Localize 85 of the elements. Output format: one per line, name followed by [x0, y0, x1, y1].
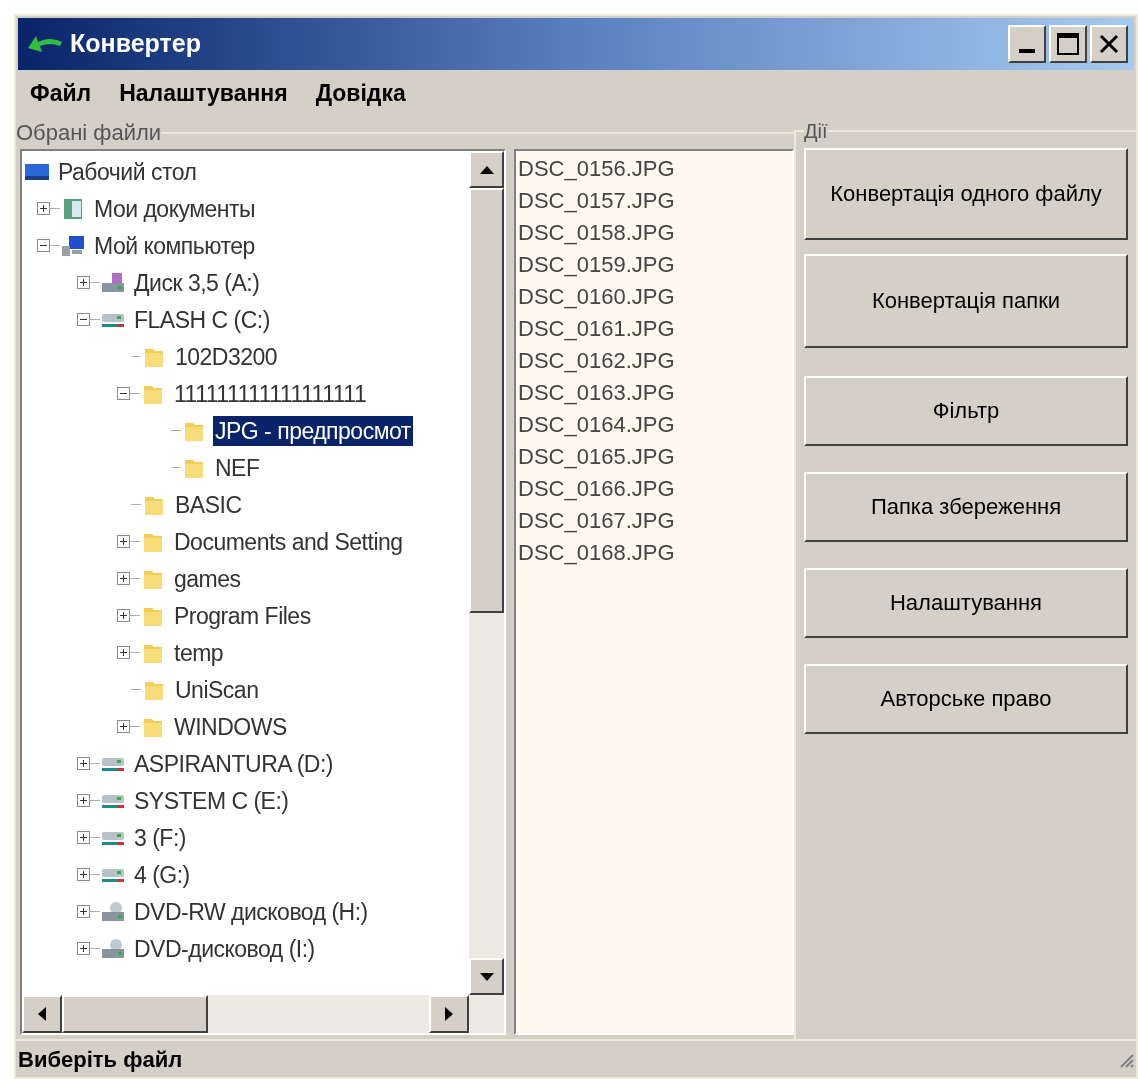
expand-icon[interactable]: [117, 572, 130, 585]
maximize-icon: [1057, 33, 1079, 55]
scroll-down-button[interactable]: [469, 958, 504, 995]
menu-item[interactable]: Довідка: [315, 75, 406, 111]
maximize-button[interactable]: [1049, 25, 1087, 63]
tree-item[interactable]: FLASH C (C:): [132, 304, 272, 335]
action-button[interactable]: Авторське право: [804, 664, 1128, 734]
expand-icon[interactable]: [77, 868, 90, 881]
expand-icon[interactable]: [77, 794, 90, 807]
tree-item[interactable]: NEF: [213, 452, 262, 483]
tree-item[interactable]: games: [172, 563, 243, 594]
tree-item[interactable]: 4 (G:): [132, 859, 192, 890]
scroll-right-button[interactable]: [429, 995, 469, 1033]
vertical-scrollbar[interactable]: [469, 151, 504, 995]
tree-item[interactable]: ASPIRANTURA (D:): [132, 748, 336, 779]
tree-item[interactable]: Рабочий стол: [56, 156, 199, 187]
scroll-up-button[interactable]: [469, 151, 504, 188]
tree-item[interactable]: Диск 3,5 (A:): [132, 267, 262, 298]
menu-item[interactable]: Налаштування: [119, 75, 288, 111]
close-icon: [1098, 33, 1120, 55]
expand-icon[interactable]: [117, 646, 130, 659]
tree-item[interactable]: UniScan: [173, 674, 261, 705]
tree-item[interactable]: DVD-RW дисковод (H:): [132, 896, 370, 927]
left-arrow-icon: [38, 1007, 46, 1021]
expand-icon[interactable]: [117, 609, 130, 622]
expand-icon[interactable]: [37, 202, 50, 215]
dvd-drive-icon: [100, 899, 126, 924]
up-arrow-icon: [479, 165, 494, 174]
tree-item[interactable]: WINDOWS: [172, 711, 289, 742]
group-title: Дії: [804, 119, 828, 144]
file-item[interactable]: DSC_0160.JPG: [518, 281, 790, 313]
action-button[interactable]: Налаштування: [804, 568, 1128, 638]
expand-icon[interactable]: [77, 905, 90, 918]
tree-item[interactable]: Мои документы: [92, 193, 258, 224]
tree-item[interactable]: JPG - предпросмот: [213, 415, 413, 446]
minimize-button[interactable]: [1008, 25, 1046, 63]
scroll-thumb[interactable]: [469, 188, 504, 613]
collapse-icon[interactable]: [37, 239, 50, 252]
tree-item[interactable]: 3 (F:): [132, 822, 188, 853]
file-item[interactable]: DSC_0166.JPG: [518, 473, 790, 505]
expand-icon[interactable]: [117, 720, 130, 733]
file-item[interactable]: DSC_0167.JPG: [518, 505, 790, 537]
scroll-left-button[interactable]: [22, 995, 62, 1033]
expand-icon[interactable]: [117, 535, 130, 548]
file-item[interactable]: DSC_0168.JPG: [518, 537, 790, 569]
down-arrow-icon: [479, 972, 494, 981]
group-title: Обрані файли: [16, 119, 162, 147]
window-title: Конвертер: [70, 28, 201, 60]
dvd-drive-icon: [100, 936, 126, 961]
file-item[interactable]: DSC_0158.JPG: [518, 217, 790, 249]
collapse-icon[interactable]: [117, 387, 130, 400]
tree-item[interactable]: DVD-дисковод (I:): [132, 933, 317, 964]
expand-icon[interactable]: [77, 942, 90, 955]
file-item[interactable]: DSC_0161.JPG: [518, 313, 790, 345]
tree-item[interactable]: temp: [172, 637, 226, 668]
tree-item[interactable]: Program Files: [172, 600, 313, 631]
expand-icon[interactable]: [77, 276, 90, 289]
tree-item[interactable]: 111111111111111111: [172, 378, 369, 409]
file-item[interactable]: DSC_0164.JPG: [518, 409, 790, 441]
collapse-icon[interactable]: [77, 313, 90, 326]
expand-icon[interactable]: [77, 831, 90, 844]
close-button[interactable]: [1090, 25, 1128, 63]
tree-item[interactable]: Мой компьютер: [92, 230, 257, 261]
status-text: Виберіть файл: [18, 1045, 183, 1074]
action-button[interactable]: Папка збереження: [804, 472, 1128, 542]
action-button[interactable]: Фільтр: [804, 376, 1128, 446]
tree-item[interactable]: BASIC: [173, 489, 244, 520]
floppy-drive-icon: [100, 270, 126, 295]
computer-icon: [60, 233, 86, 258]
tree-item[interactable]: Documents and Setting: [172, 526, 405, 557]
menu-item[interactable]: Файл: [30, 75, 92, 111]
right-arrow-icon: [445, 1007, 453, 1021]
horizontal-scroll-thumb[interactable]: [62, 995, 208, 1033]
file-item[interactable]: DSC_0162.JPG: [518, 345, 790, 377]
file-item[interactable]: DSC_0163.JPG: [518, 377, 790, 409]
minimize-icon: [1019, 49, 1035, 53]
file-item[interactable]: DSC_0157.JPG: [518, 185, 790, 217]
tree-item[interactable]: SYSTEM C (E:): [132, 785, 291, 816]
file-item[interactable]: DSC_0159.JPG: [518, 249, 790, 281]
action-button[interactable]: Конвертація одного файлу: [804, 148, 1128, 240]
expand-icon[interactable]: [77, 757, 90, 770]
file-item[interactable]: DSC_0165.JPG: [518, 441, 790, 473]
tree-item[interactable]: 102D3200: [173, 341, 280, 372]
file-item[interactable]: DSC_0156.JPG: [518, 153, 790, 185]
action-button[interactable]: Конвертація папки: [804, 254, 1128, 348]
